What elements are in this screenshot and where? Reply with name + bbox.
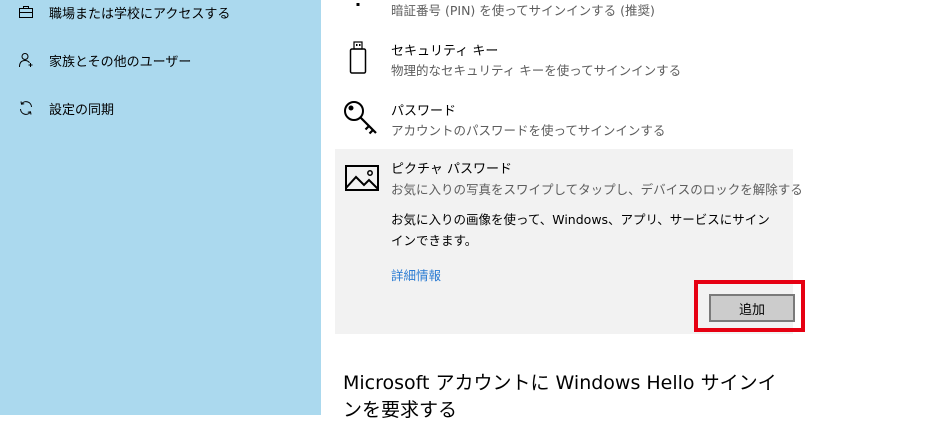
signin-option-pin[interactable]: 暗証番号 (PIN) を使ってサインインする (推奨) [321, 0, 927, 28]
usb-key-icon [343, 41, 373, 81]
sidebar: 職場または学校にアクセスする 家族とその他のユーザー 設定の同期 [0, 0, 321, 415]
signin-option-password[interactable]: パスワード アカウントのパスワードを使ってサインインする [321, 92, 927, 147]
password-description: アカウントのパスワードを使ってサインインする [391, 123, 666, 138]
sidebar-item-sync[interactable]: 設定の同期 [0, 88, 321, 128]
picture-password-description: お気に入りの写真をスワイプしてタップし、デバイスのロックを解除する [391, 182, 803, 197]
sidebar-item-label: 職場または学校にアクセスする [49, 6, 231, 22]
person-add-icon [17, 51, 35, 69]
sync-icon [17, 99, 35, 117]
learn-more-link[interactable]: 詳細情報 [391, 265, 441, 284]
briefcase-icon [17, 3, 35, 21]
picture-icon [345, 165, 379, 195]
sidebar-item-work-school[interactable]: 職場または学校にアクセスする [0, 0, 321, 32]
password-title: パスワード [391, 104, 457, 119]
add-button[interactable]: 追加 [709, 294, 795, 322]
security-key-title: セキュリティ キー [391, 44, 499, 59]
sidebar-item-family[interactable]: 家族とその他のユーザー [0, 40, 321, 80]
picture-password-panel: ピクチャ パスワード お気に入りの写真をスワイプしてタップし、デバイスのロックを… [335, 149, 805, 334]
picture-password-body: お気に入りの画像を使って、Windows、アプリ、サービスにサインインできます。 [391, 212, 770, 248]
sidebar-item-label: 家族とその他のユーザー [49, 54, 192, 70]
pin-description: 暗証番号 (PIN) を使ってサインインする (推奨) [391, 3, 655, 18]
main-content: 暗証番号 (PIN) を使ってサインインする (推奨) セキュリティ キー 物理… [321, 0, 927, 421]
keypad-icon [343, 0, 373, 18]
signin-option-security-key[interactable]: セキュリティ キー 物理的なセキュリティ キーを使ってサインインする [321, 32, 927, 87]
picture-password-title: ピクチャ パスワード [391, 162, 513, 177]
key-icon [341, 98, 381, 142]
sidebar-item-label: 設定の同期 [49, 102, 115, 118]
windows-hello-heading: Microsoft アカウントに Windows Hello サインインを要求す… [343, 372, 777, 421]
security-key-description: 物理的なセキュリティ キーを使ってサインインする [391, 63, 682, 78]
